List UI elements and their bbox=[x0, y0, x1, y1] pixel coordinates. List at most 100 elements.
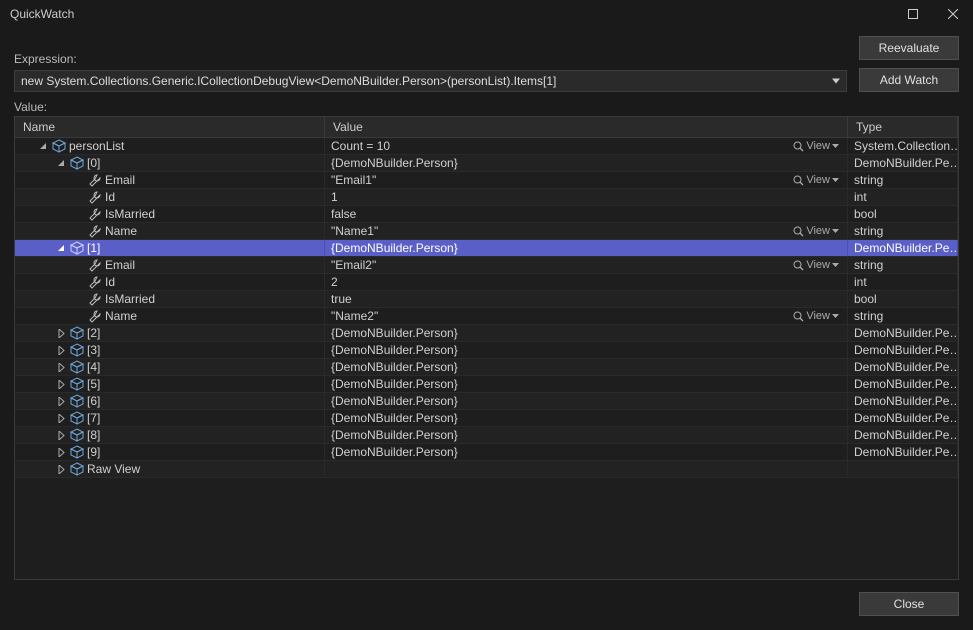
expander-icon[interactable] bbox=[55, 244, 67, 253]
row-value: "Email2" bbox=[331, 258, 376, 272]
cell-type: int bbox=[848, 274, 958, 290]
expander-icon[interactable] bbox=[55, 363, 67, 372]
table-row[interactable]: [3]{DemoNBuilder.Person}DemoNBuilder.Pe… bbox=[15, 342, 958, 359]
table-row[interactable]: [6]{DemoNBuilder.Person}DemoNBuilder.Pe… bbox=[15, 393, 958, 410]
column-header-value[interactable]: Value bbox=[325, 117, 848, 137]
wrench-icon bbox=[87, 207, 103, 221]
row-name: personList bbox=[69, 139, 124, 153]
table-row[interactable]: [8]{DemoNBuilder.Person}DemoNBuilder.Pe… bbox=[15, 427, 958, 444]
row-name: IsMarried bbox=[105, 292, 155, 306]
wrench-icon bbox=[87, 258, 103, 272]
expander-icon[interactable] bbox=[55, 414, 67, 423]
row-name: Id bbox=[105, 190, 115, 204]
expression-input[interactable] bbox=[21, 74, 824, 88]
add-watch-button[interactable]: Add Watch bbox=[859, 68, 959, 92]
cell-type: DemoNBuilder.Pe… bbox=[848, 410, 958, 426]
table-row[interactable]: [9]{DemoNBuilder.Person}DemoNBuilder.Pe… bbox=[15, 444, 958, 461]
table-row[interactable]: [7]{DemoNBuilder.Person}DemoNBuilder.Pe… bbox=[15, 410, 958, 427]
expander-icon[interactable] bbox=[55, 380, 67, 389]
table-row[interactable]: Id 2int bbox=[15, 274, 958, 291]
chevron-down-icon[interactable] bbox=[832, 314, 839, 318]
chevron-down-icon[interactable] bbox=[832, 144, 839, 148]
cell-type: DemoNBuilder.Pe… bbox=[848, 359, 958, 375]
table-row[interactable]: Raw View bbox=[15, 461, 958, 478]
object-icon bbox=[69, 326, 85, 340]
row-name: [0] bbox=[87, 156, 100, 170]
row-value: "Name2" bbox=[331, 309, 378, 323]
expander-icon[interactable] bbox=[55, 397, 67, 406]
chevron-down-icon[interactable] bbox=[832, 79, 840, 84]
row-name: Id bbox=[105, 275, 115, 289]
table-row[interactable]: [2]{DemoNBuilder.Person}DemoNBuilder.Pe… bbox=[15, 325, 958, 342]
view-visualizer-button[interactable]: View bbox=[793, 140, 841, 152]
table-row[interactable]: IsMarriedfalsebool bbox=[15, 206, 958, 223]
close-button[interactable]: Close bbox=[859, 592, 959, 616]
view-visualizer-button[interactable]: View bbox=[793, 259, 841, 271]
cell-name: [5] bbox=[15, 376, 325, 392]
cell-value: {DemoNBuilder.Person} bbox=[325, 155, 848, 171]
view-label: View bbox=[806, 174, 830, 186]
object-icon bbox=[69, 445, 85, 459]
cell-value: false bbox=[325, 206, 848, 222]
wrench-icon bbox=[87, 224, 103, 238]
view-visualizer-button[interactable]: View bbox=[793, 174, 841, 186]
row-value: {DemoNBuilder.Person} bbox=[331, 241, 458, 255]
table-row[interactable]: Name"Name2"Viewstring bbox=[15, 308, 958, 325]
cell-value: {DemoNBuilder.Person} bbox=[325, 359, 848, 375]
expander-icon[interactable] bbox=[55, 465, 67, 474]
table-row[interactable]: Email"Email2"Viewstring bbox=[15, 257, 958, 274]
row-type: string bbox=[854, 224, 883, 238]
table-row[interactable]: [0]{DemoNBuilder.Person}DemoNBuilder.Pe… bbox=[15, 155, 958, 172]
cell-name: IsMarried bbox=[15, 291, 325, 307]
chevron-down-icon[interactable] bbox=[832, 178, 839, 182]
chevron-down-icon[interactable] bbox=[832, 263, 839, 267]
cell-type bbox=[848, 461, 958, 477]
expression-row: Expression: Reevaluate Add Watch bbox=[14, 36, 959, 92]
row-value: false bbox=[331, 207, 356, 221]
row-name: [5] bbox=[87, 377, 100, 391]
row-value: {DemoNBuilder.Person} bbox=[331, 377, 458, 391]
cell-type: DemoNBuilder.Pe… bbox=[848, 325, 958, 341]
expander-icon[interactable] bbox=[55, 448, 67, 457]
view-visualizer-button[interactable]: View bbox=[793, 225, 841, 237]
expander-icon[interactable] bbox=[55, 431, 67, 440]
wrench-icon bbox=[87, 275, 103, 289]
cell-name: personList bbox=[15, 138, 325, 154]
row-type: DemoNBuilder.Pe… bbox=[854, 326, 958, 340]
table-row[interactable]: Email"Email1"Viewstring bbox=[15, 172, 958, 189]
row-type: DemoNBuilder.Pe… bbox=[854, 360, 958, 374]
expander-icon[interactable] bbox=[55, 346, 67, 355]
column-header-type[interactable]: Type bbox=[848, 117, 958, 137]
view-visualizer-button[interactable]: View bbox=[793, 310, 841, 322]
magnifier-icon bbox=[793, 226, 804, 237]
reevaluate-button[interactable]: Reevaluate bbox=[859, 36, 959, 60]
magnifier-icon bbox=[793, 260, 804, 271]
cell-value: {DemoNBuilder.Person} bbox=[325, 240, 848, 256]
expression-combobox[interactable] bbox=[14, 70, 847, 92]
cell-name: Email bbox=[15, 172, 325, 188]
column-header-name[interactable]: Name bbox=[15, 117, 325, 137]
wrench-icon bbox=[87, 309, 103, 323]
maximize-button[interactable] bbox=[893, 0, 933, 28]
table-row[interactable]: personListCount = 10ViewSystem.Collectio… bbox=[15, 138, 958, 155]
titlebar: QuickWatch bbox=[0, 0, 973, 28]
table-row[interactable]: [1]{DemoNBuilder.Person}DemoNBuilder.Pe… bbox=[15, 240, 958, 257]
cell-value: 2 bbox=[325, 274, 848, 290]
window-controls bbox=[893, 0, 973, 28]
expander-icon[interactable] bbox=[55, 329, 67, 338]
table-row[interactable]: Id1int bbox=[15, 189, 958, 206]
expander-icon[interactable] bbox=[37, 142, 49, 151]
cell-value: {DemoNBuilder.Person} bbox=[325, 444, 848, 460]
cell-name: [9] bbox=[15, 444, 325, 460]
cell-name: [6] bbox=[15, 393, 325, 409]
expander-icon[interactable] bbox=[55, 159, 67, 168]
table-row[interactable]: IsMarriedtruebool bbox=[15, 291, 958, 308]
wrench-icon bbox=[87, 173, 103, 187]
close-window-button[interactable] bbox=[933, 0, 973, 28]
cell-type: string bbox=[848, 172, 958, 188]
chevron-down-icon[interactable] bbox=[832, 229, 839, 233]
table-row[interactable]: [4]{DemoNBuilder.Person}DemoNBuilder.Pe… bbox=[15, 359, 958, 376]
table-row[interactable]: [5]{DemoNBuilder.Person}DemoNBuilder.Pe… bbox=[15, 376, 958, 393]
table-row[interactable]: Name"Name1"Viewstring bbox=[15, 223, 958, 240]
watch-grid[interactable]: Name Value Type personListCount = 10View… bbox=[14, 116, 959, 580]
